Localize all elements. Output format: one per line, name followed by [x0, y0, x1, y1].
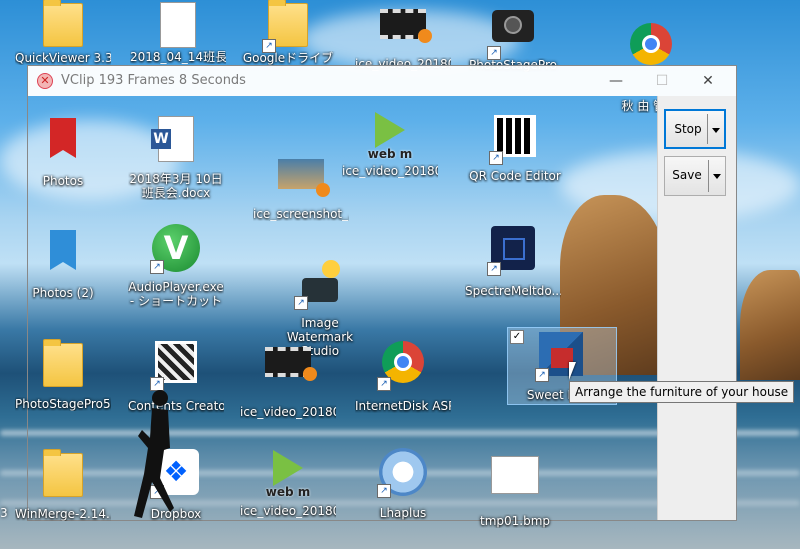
- desktop-icon-doc-2018-03[interactable]: W 2018年3月 10日班長会.docx: [128, 114, 224, 200]
- folder-icon: [39, 0, 87, 51]
- folder-icon: [39, 449, 87, 501]
- desktop-icon-ice-video-1[interactable]: web m ice_video_20180...: [342, 112, 438, 178]
- icon-label: Googleドライブ: [242, 51, 334, 65]
- minimize-button[interactable]: —: [593, 66, 639, 96]
- video-file-icon: [379, 9, 432, 57]
- word-document-icon: W: [151, 116, 200, 164]
- icon-label: QR Code Editor: [469, 169, 561, 183]
- stop-dropdown-chevron-down-icon[interactable]: [707, 114, 724, 144]
- desktop-icon-quickviewer[interactable]: QuickViewer 3.3: [15, 0, 111, 65]
- desktop-icon-ice-video-top[interactable]: ice_video_20180: [355, 0, 451, 71]
- icon-label: QuickViewer 3.3: [15, 51, 111, 65]
- chrome-icon: [627, 23, 675, 71]
- desktop-icon-ice-screenshot[interactable]: ice_screenshot_...: [253, 150, 349, 221]
- lhaplus-icon: ↗: [377, 448, 427, 498]
- icon-label: Lhaplus: [379, 506, 427, 520]
- stop-button[interactable]: Stop: [664, 109, 726, 149]
- rock-formation: [740, 270, 800, 380]
- stop-button-label[interactable]: Stop: [666, 111, 710, 147]
- desktop-icon-photos-2[interactable]: Photos (2): [15, 226, 111, 300]
- close-button[interactable]: ✕: [685, 66, 731, 96]
- bitmap-file-icon: [491, 456, 539, 504]
- chrome-icon: ↗: [377, 341, 427, 391]
- document-icon: [154, 2, 202, 50]
- window-title: VClip 193 Frames 8 Seconds: [61, 73, 246, 88]
- desktop-icon-google-drive[interactable]: ↗ Googleドライブ: [240, 0, 336, 65]
- desktop-icon-internetdisk[interactable]: ↗ InternetDisk ASP: [355, 338, 451, 413]
- icon-label: InternetDisk ASP: [355, 399, 451, 413]
- icon-label: ice_screenshot_...: [253, 207, 349, 221]
- shortcut-arrow-icon: ↗: [487, 46, 501, 60]
- desktop-icon-qr-code-editor[interactable]: ↗ QR Code Editor: [467, 112, 563, 183]
- save-button[interactable]: Save: [664, 156, 726, 196]
- mouse-cursor-icon: [569, 362, 576, 380]
- icon-label: 2018年3月 10日班長会.docx: [129, 172, 223, 200]
- webm-icon: web m: [366, 112, 414, 160]
- icon-label: ice_video_20180...: [240, 405, 336, 419]
- contents-creator-icon: ↗: [150, 341, 200, 391]
- icon-label: 2018_04_14班長会: [130, 50, 226, 64]
- icon-label: tmp01.bmp: [479, 514, 551, 528]
- photos-icon: [39, 230, 87, 278]
- video-file-icon: [264, 347, 317, 395]
- spectre-chip-icon: ↗: [487, 226, 537, 276]
- desktop-icon-photos[interactable]: Photos: [15, 114, 111, 188]
- vclip-app-icon: ✕: [37, 73, 53, 89]
- folder-icon: [39, 339, 87, 391]
- desktop-icon-winmerge[interactable]: WinMerge-2.14...: [15, 449, 111, 521]
- image-file-icon: [277, 159, 330, 207]
- shortcut-arrow-icon: ↗: [377, 484, 391, 498]
- save-button-label[interactable]: Save: [665, 157, 709, 195]
- desktop-icon-tmp01[interactable]: tmp01.bmp: [467, 448, 563, 528]
- shortcut-arrow-icon: ↗: [377, 377, 391, 391]
- desktop-icon-lhaplus[interactable]: ↗ Lhaplus: [355, 448, 451, 520]
- tooltip: Arrange the furniture of your house: [569, 381, 795, 403]
- runner-silhouette: [134, 390, 174, 518]
- camera-icon: ↗: [487, 10, 537, 60]
- control-panel: Stop Save: [657, 96, 736, 520]
- shortcut-arrow-icon: ↗: [150, 260, 164, 274]
- title-bar[interactable]: ✕ VClip 193 Frames 8 Seconds — ☐ ✕: [28, 66, 736, 96]
- icon-label: SpectreMeltdo...: [465, 284, 561, 298]
- desktop-icon-photostagepro[interactable]: ↗ PhotoStagePro: [465, 0, 561, 72]
- audioplayer-v-icon: V ↗: [150, 224, 200, 274]
- icon-label: WinMerge-2.14...: [15, 507, 111, 521]
- photos-icon: [39, 118, 87, 166]
- desktop-icon-photostage587[interactable]: PhotoStagePro587: [15, 339, 111, 411]
- webm-label: web m: [367, 147, 413, 161]
- webm-label: web m: [265, 485, 311, 499]
- icon-label-partial: 3: [0, 506, 8, 520]
- icon-label: AudioPlayer.exe - ショートカット: [128, 280, 224, 308]
- desktop-icon-ice-video-2[interactable]: ice_video_20180...: [240, 338, 336, 419]
- shortcut-arrow-icon: ↗: [535, 368, 549, 382]
- shortcut-arrow-icon: ↗: [294, 296, 308, 310]
- shortcut-arrow-icon: ↗: [487, 262, 501, 276]
- watermark-camera-icon: ↗: [294, 260, 344, 310]
- icon-label: Photos: [42, 174, 84, 188]
- desktop-icon-audioplayer[interactable]: V ↗ AudioPlayer.exe - ショートカット: [128, 224, 224, 308]
- webm-icon: web m: [264, 450, 312, 498]
- house-icon: ↗: [535, 332, 585, 382]
- desktop-icon-doc-2018-04[interactable]: 2018_04_14班長会: [130, 0, 226, 64]
- icon-label: PhotoStagePro587: [15, 397, 111, 411]
- icon-label: Photos (2): [32, 286, 94, 300]
- icon-label: ice_video_20180...: [240, 504, 336, 518]
- shortcut-arrow-icon: ↗: [489, 151, 503, 165]
- save-dropdown-chevron-down-icon[interactable]: [708, 160, 725, 192]
- maximize-button[interactable]: ☐: [639, 66, 685, 96]
- shortcut-arrow-icon: ↗: [262, 39, 276, 53]
- folder-icon: ↗: [262, 0, 312, 53]
- qr-code-icon: ↗: [489, 115, 539, 165]
- desktop-icon-spectre[interactable]: ↗ SpectreMeltdo...: [465, 224, 561, 298]
- icon-label: ice_video_20180...: [342, 164, 438, 178]
- desktop-icon-ice-video-3[interactable]: web m ice_video_20180...: [240, 450, 336, 518]
